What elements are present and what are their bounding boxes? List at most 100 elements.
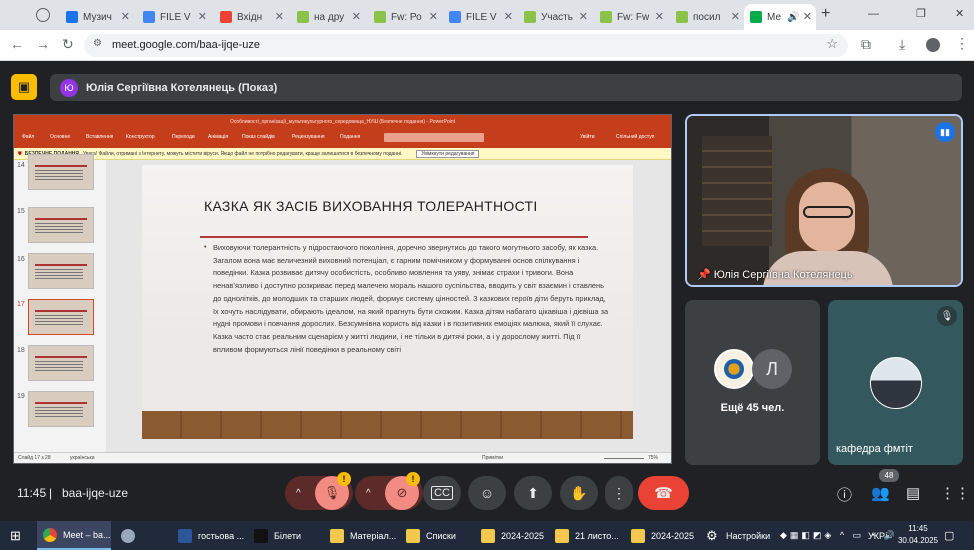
tab-6[interactable]: FILE V ✕ — [443, 4, 517, 30]
maximize-button[interactable]: ❐ — [916, 7, 926, 20]
leave-call-button[interactable]: ☎ — [638, 476, 689, 510]
address-bar[interactable]: ⚙ meet.google.com/baa-ijqe-uze ☆ — [84, 34, 848, 57]
taskbar-item-folder[interactable]: 2024-2025 — [481, 521, 544, 550]
title-underline — [200, 236, 588, 238]
taskbar-item-app[interactable] — [117, 521, 141, 550]
close-icon[interactable]: ✕ — [731, 10, 740, 23]
bullet-icon: • — [204, 244, 207, 251]
tab-8[interactable]: Fw: Fw ✕ — [594, 4, 668, 30]
more-vert-icon: ⋮ — [612, 484, 626, 501]
tab-search-icon[interactable] — [36, 8, 50, 22]
meeting-time: 11:45 — [17, 486, 47, 500]
tab-2[interactable]: FILE V ✕ — [137, 4, 211, 30]
close-icon[interactable]: ✕ — [803, 10, 812, 23]
chevron-up-icon[interactable]: ^ — [366, 488, 371, 499]
chevron-up-icon[interactable]: ^ — [296, 488, 301, 499]
close-icon[interactable]: ✕ — [121, 10, 130, 23]
tab-1[interactable]: Музич ✕ — [60, 4, 134, 30]
captions-icon: CC — [431, 486, 453, 500]
taskbar-item-chrome[interactable]: Meet – ba... — [37, 521, 111, 550]
close-icon[interactable]: ✕ — [504, 10, 513, 23]
thumb-number: 19 — [17, 393, 25, 400]
people-icon[interactable]: 👥 — [871, 484, 890, 502]
taskbar-item-folder[interactable]: 21 листо... — [555, 521, 619, 550]
taskbar-item-word[interactable]: гостьова ... — [178, 521, 244, 550]
close-icon[interactable]: ✕ — [429, 10, 438, 23]
start-icon[interactable]: ⊞ — [10, 521, 21, 550]
slide-thumbnail-selected — [28, 299, 94, 335]
presenter-banner: Ю Юлія Сергіївна Котелянець (Показ) — [50, 74, 962, 101]
slide-thumbnail — [28, 345, 94, 381]
raise-hand-button[interactable]: ✋ — [560, 476, 598, 510]
taskbar-item-bilety[interactable]: Білети — [254, 521, 301, 550]
taskbar-clock[interactable]: 11:45 30.04.2025 — [896, 523, 940, 547]
minimize-button[interactable]: — — [868, 8, 879, 20]
camera-warning-icon: ! — [406, 472, 420, 486]
new-tab-button[interactable]: + — [821, 5, 830, 23]
folder-icon — [481, 528, 495, 543]
close-icon[interactable]: ✕ — [655, 10, 664, 23]
tab-4[interactable]: на дру ✕ — [291, 4, 365, 30]
presentation-icon[interactable]: ▣ — [11, 74, 37, 100]
people-count-badge: 48 — [879, 469, 899, 482]
gmail-icon — [220, 11, 232, 23]
close-icon[interactable]: ✕ — [352, 10, 361, 23]
captions-button[interactable]: CC — [423, 476, 461, 510]
ppt-window-title: Особливості_організації_мультикультурног… — [14, 115, 671, 129]
ribbon-tab: Подання — [340, 134, 361, 140]
tab-meet-active[interactable]: Ме 🔊 ✕ — [744, 4, 816, 30]
taskbar-date: 30.04.2025 — [897, 536, 939, 545]
chat-icon[interactable]: ▤ — [906, 484, 920, 502]
ppt-search-box — [384, 133, 484, 142]
close-icon[interactable]: ✕ — [198, 10, 207, 23]
back-icon[interactable]: ← — [10, 36, 24, 52]
close-icon[interactable]: ✕ — [275, 10, 284, 23]
close-icon[interactable]: ✕ — [579, 10, 588, 23]
mic-off-icon: 🎙 — [937, 306, 957, 326]
present-button[interactable]: ⬆ — [514, 476, 552, 510]
url-text[interactable]: meet.google.com/baa-ijqe-uze — [112, 39, 260, 51]
participant-tile[interactable]: 🎙 кафедра фмтіт — [828, 300, 963, 465]
download-icon[interactable]: ⤓ — [899, 36, 905, 53]
bookmark-star-icon[interactable]: ☆ — [826, 36, 838, 52]
reactions-button[interactable]: ☺ — [468, 476, 506, 510]
ribbon-tab: Рецензування — [292, 134, 325, 140]
current-slide: КАЗКА ЯК ЗАСІБ ВИХОВАННЯ ТОЛЕРАНТНОСТІ •… — [142, 165, 633, 439]
tab-7[interactable]: Участь ✕ — [518, 4, 592, 30]
activities-icon[interactable]: ⋮⋮ — [940, 484, 970, 502]
taskbar-item-folder[interactable]: Списки — [406, 521, 456, 550]
folder-icon — [631, 528, 645, 543]
tab-9[interactable]: посил ✕ — [670, 4, 744, 30]
ribbon-tab: Конструктор — [126, 134, 155, 140]
info-icon[interactable]: ⓘ — [837, 484, 852, 505]
more-options-button[interactable]: ⋮ — [605, 476, 633, 510]
speaker-tile[interactable]: ▮▮ 📌 Юлія Сергіївна Котелянець — [685, 114, 963, 287]
close-window-button[interactable]: ✕ — [955, 7, 964, 20]
mail-icon — [676, 11, 688, 23]
tab-3[interactable]: Вхідн ✕ — [214, 4, 288, 30]
wood-floor-decoration — [142, 411, 633, 439]
taskbar-item-folder[interactable]: 2024-2025 — [631, 521, 694, 550]
notification-icon[interactable]: ▢ — [944, 521, 954, 550]
site-info-icon[interactable]: ⚙ — [93, 38, 102, 49]
speaker-name: 📌 Юлія Сергіївна Котелянець — [697, 269, 853, 281]
extensions-icon[interactable]: ⧉ — [861, 36, 871, 53]
profile-avatar[interactable] — [926, 38, 940, 52]
slide-thumbnails: 14 15 16 17 18 19 — [14, 154, 106, 452]
forward-icon[interactable]: → — [36, 36, 50, 52]
zoom-slider — [604, 458, 644, 459]
hand-icon: ✋ — [570, 484, 588, 501]
speaker-icon[interactable]: 🔊 — [787, 12, 799, 23]
shared-screen: Особливості_організації_мультикультурног… — [13, 114, 672, 464]
tab-5[interactable]: Fw: Ро ✕ — [368, 4, 442, 30]
taskbar-item-settings[interactable]: ⚙ Настройки — [706, 521, 770, 550]
language-indicator[interactable]: УКР — [868, 521, 885, 550]
reload-icon[interactable]: ↻ — [62, 36, 74, 53]
menu-icon[interactable]: ⋮ — [955, 35, 969, 52]
more-participants-tile[interactable]: Л Ещё 45 чел. — [685, 300, 820, 465]
pin-icon[interactable]: 📌 — [697, 269, 714, 281]
notes-label: Примітки — [482, 455, 503, 461]
windows-taskbar: ⊞ Meet – ba... гостьова ... Білети Матер… — [0, 521, 974, 550]
taskbar-item-folder[interactable]: Матеріал... — [330, 521, 396, 550]
ppt-status-bar: Слайд 17 з 28 українська Примітки 75% — [14, 452, 671, 463]
